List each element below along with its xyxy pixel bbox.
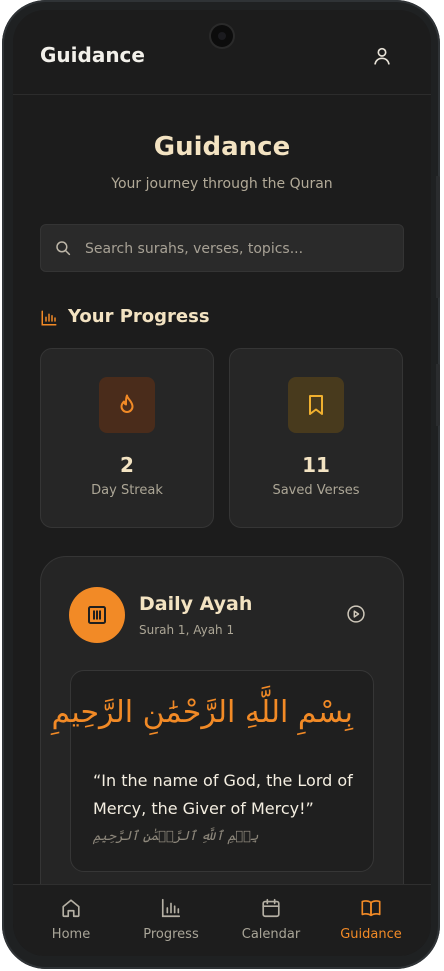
app-title: Guidance (40, 43, 145, 67)
arabic-verse-small: بِسۡمِ ٱللَّهِ ٱلرَّحۡمَٰنِ ٱلرَّحِيمِ (93, 829, 259, 844)
nav-home[interactable]: Home (21, 885, 121, 956)
nav-guidance[interactable]: Guidance (321, 885, 421, 956)
nav-calendar[interactable]: Calendar (221, 885, 321, 956)
app-bar: Guidance (13, 10, 431, 95)
bar-chart-icon (41, 310, 57, 326)
calendar-icon (262, 898, 280, 918)
nav-progress[interactable]: Progress (121, 885, 221, 956)
power-button (436, 364, 440, 426)
front-camera (211, 25, 233, 47)
phone-frame: Guidance Guidance Your journey through t… (2, 0, 440, 969)
search-bar[interactable] (40, 224, 404, 273)
play-icon[interactable] (346, 604, 366, 624)
nav-guidance-label: Guidance (340, 927, 402, 942)
quran-book-icon (88, 606, 106, 624)
flame-icon (120, 394, 134, 413)
nav-calendar-label: Calendar (241, 927, 301, 942)
nav-progress-label: Progress (143, 927, 199, 942)
page-subtitle: Your journey through the Quran (111, 176, 333, 192)
home-icon (62, 899, 80, 918)
flame-icon-box (99, 377, 155, 433)
bookmark-icon (309, 395, 323, 415)
quran-badge (69, 587, 125, 643)
daily-ayah-reference: Surah 1, Ayah 1 (139, 623, 235, 637)
saved-verses-label: Saved Verses (272, 483, 360, 498)
saved-verses-card[interactable]: 11 Saved Verses (229, 348, 403, 528)
search-input[interactable] (83, 225, 397, 273)
progress-title: Your Progress (68, 306, 210, 327)
search-icon (56, 241, 71, 256)
screen: Guidance Guidance Your journey through t… (13, 10, 431, 956)
page-title: Guidance (153, 132, 291, 162)
bookmark-icon-box (288, 377, 344, 433)
bar-chart-icon (161, 898, 181, 918)
day-streak-value: 2 (120, 453, 134, 477)
profile-icon[interactable] (371, 45, 393, 67)
day-streak-card[interactable]: 2 Day Streak (40, 348, 214, 528)
daily-ayah-title: Daily Ayah (139, 593, 253, 615)
nav-home-label: Home (51, 927, 91, 942)
verse-box: بِسْمِ اللَّهِ الرَّحْمَٰنِ الرَّحِيمِ “… (51, 670, 374, 872)
arabic-verse: بِسْمِ اللَّهِ الرَّحْمَٰنِ الرَّحِيمِ (51, 695, 353, 730)
verse-translation: “In the name of God, the Lord of Mercy, … (93, 771, 353, 818)
volume-button (436, 176, 440, 298)
book-icon (361, 900, 381, 917)
day-streak-label: Day Streak (91, 483, 163, 498)
bottom-nav: Home Progress Calendar Guidance (13, 884, 431, 956)
saved-verses-value: 11 (302, 453, 330, 477)
